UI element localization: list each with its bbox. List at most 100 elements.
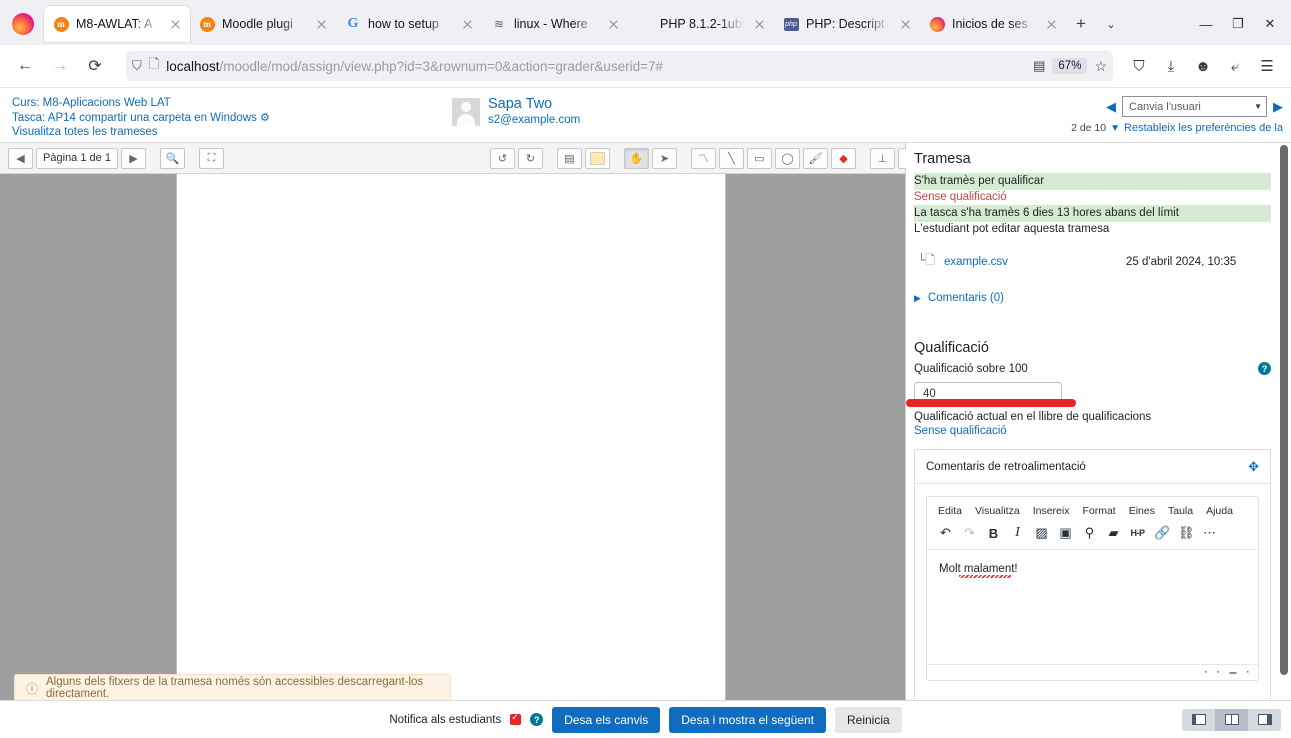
highlight-color-swatch[interactable] <box>585 148 610 169</box>
submission-status-time: La tasca s'ha tramès 6 dies 13 hores aba… <box>914 205 1271 222</box>
bold-icon[interactable]: B <box>986 526 1001 541</box>
view-all-submissions-link[interactable]: Visualitza totes les trameses <box>12 125 452 140</box>
save-changes-button[interactable]: Desa els canvis <box>552 707 660 733</box>
menu-taula[interactable]: Taula <box>1168 505 1193 517</box>
unlink-icon[interactable]: ⛓ <box>1178 525 1193 541</box>
browser-tab-6[interactable]: Inicios de ses <box>920 6 1066 42</box>
zoom-level-indicator[interactable]: 67% <box>1052 58 1087 74</box>
search-icon[interactable]: 🔍 <box>160 148 185 169</box>
notify-students-checkbox[interactable] <box>510 714 521 725</box>
task-link[interactable]: Tasca: AP14 compartir una carpeta en Win… <box>12 111 452 126</box>
download-info-alert: ⓘ Alguns dels fitxers de la tramesa nomé… <box>14 674 451 702</box>
ellipse-icon[interactable]: ◯ <box>775 148 800 169</box>
reset-button[interactable]: Reinicia <box>835 707 902 733</box>
more-icon[interactable]: ⋯ <box>1202 525 1217 541</box>
camera-icon[interactable]: ▰ <box>1106 525 1121 541</box>
account-icon[interactable]: ☻ <box>1188 51 1218 81</box>
submitted-file-link[interactable]: example.csv <box>944 256 1126 268</box>
menu-eines[interactable]: Eines <box>1129 505 1155 517</box>
scrollbar-thumb[interactable] <box>1280 145 1288 675</box>
new-tab-button[interactable]: + <box>1066 9 1096 39</box>
pocket-icon[interactable]: ⛉ <box>1124 51 1154 81</box>
next-user-button[interactable]: ▶ <box>1273 99 1283 115</box>
maximize-button[interactable]: ❐ <box>1223 10 1253 38</box>
italic-icon[interactable]: I <box>1010 525 1025 541</box>
pdf-prev-page-button[interactable]: ◀ <box>8 148 33 169</box>
comments-toggle[interactable]: ▶ Comentaris (0) <box>914 292 1271 304</box>
menu-ajuda[interactable]: Ajuda <box>1206 505 1233 517</box>
previous-user-button[interactable]: ◀ <box>1106 99 1116 115</box>
menu-icon[interactable]: ☰ <box>1252 51 1282 81</box>
share-icon[interactable]: ⤶ <box>1220 51 1250 81</box>
menu-insereix[interactable]: Insereix <box>1033 505 1070 517</box>
browser-tab-2[interactable]: G how to setup <box>336 6 482 42</box>
minimize-button[interactable]: — <box>1191 10 1221 38</box>
rotate-right-icon[interactable]: ↻ <box>518 148 543 169</box>
select-icon[interactable]: ➤ <box>652 148 677 169</box>
help-icon[interactable]: ? <box>530 713 543 726</box>
close-icon[interactable] <box>897 16 914 33</box>
url-bar[interactable]: ⛉ 🗋 localhost/moodle/mod/assign/view.php… <box>126 51 1113 81</box>
close-icon[interactable] <box>459 16 476 33</box>
current-grade-value[interactable]: Sense qualificació <box>914 425 1271 437</box>
reset-preferences-link[interactable]: Restableix les preferències de la <box>1124 122 1283 134</box>
gear-icon[interactable]: ⚙ <box>260 112 270 124</box>
editor-content-area[interactable]: Molt malament! <box>927 550 1258 664</box>
download-icon[interactable]: ⤓ <box>1156 51 1186 81</box>
menu-edita[interactable]: Edita <box>938 505 962 517</box>
student-name[interactable]: Sapa Two <box>488 96 580 113</box>
image-icon[interactable]: ▨ <box>1034 525 1049 541</box>
menu-visualitza[interactable]: Visualitza <box>975 505 1020 517</box>
undo-icon[interactable]: ↶ <box>938 525 953 541</box>
pdf-next-page-button[interactable]: ▶ <box>121 148 146 169</box>
expand-icon[interactable]: ⛶ <box>199 148 224 169</box>
window-close-button[interactable]: ✕ <box>1255 10 1285 38</box>
browser-tab-5[interactable]: php PHP: Descript <box>774 6 920 42</box>
filter-icon[interactable]: ▼ <box>1110 123 1120 134</box>
redo-icon[interactable]: ↷ <box>962 525 977 541</box>
close-icon[interactable] <box>1043 16 1060 33</box>
bookmark-star-icon[interactable]: ☆ <box>1094 58 1107 75</box>
shield-icon[interactable]: ⛉ <box>132 58 142 74</box>
chevron-down-icon[interactable]: ⌄ <box>1096 9 1126 39</box>
menu-format[interactable]: Format <box>1082 505 1115 517</box>
stamp-icon[interactable]: ⊥ <box>870 148 895 169</box>
info-icon: ⓘ <box>26 680 38 697</box>
highlighter-icon[interactable]: 🖌 <box>803 148 828 169</box>
color-drop-icon[interactable]: ◆ <box>831 148 856 169</box>
rectangle-icon[interactable]: ▭ <box>747 148 772 169</box>
pan-icon[interactable]: ✋ <box>624 148 649 169</box>
pdf-page[interactable] <box>176 174 726 738</box>
browser-tab-3[interactable]: ≋ linux - Where <box>482 6 628 42</box>
freehand-icon[interactable]: 〽 <box>691 148 716 169</box>
layout-both-button[interactable] <box>1215 709 1248 731</box>
h5p-icon[interactable]: H-P <box>1130 528 1145 538</box>
link-icon[interactable]: 🔗 <box>1154 525 1169 541</box>
microphone-icon[interactable]: ⚲ <box>1082 525 1097 541</box>
layout-right-button[interactable] <box>1248 709 1281 731</box>
expand-icon[interactable]: ✥ <box>1248 459 1259 475</box>
back-button[interactable]: ← <box>9 51 41 81</box>
save-and-next-button[interactable]: Desa i mostra el següent <box>669 707 826 733</box>
browser-tab-4[interactable]: PHP 8.1.2-1ubun <box>628 6 774 42</box>
reader-view-icon[interactable]: ▤ <box>1033 58 1045 74</box>
browser-tab-0[interactable]: m M8-AWLAT: A <box>44 6 190 42</box>
reload-button[interactable]: ⟳ <box>79 51 111 81</box>
close-icon[interactable] <box>605 16 622 33</box>
browser-tab-1[interactable]: m Moodle plugi <box>190 6 336 42</box>
help-icon[interactable]: ? <box>1258 362 1271 375</box>
sidebar-scrollbar[interactable] <box>1280 145 1288 734</box>
layout-left-button[interactable] <box>1182 709 1215 731</box>
page-info-icon[interactable]: 🗋 <box>149 55 159 77</box>
rotate-left-icon[interactable]: ↺ <box>490 148 515 169</box>
video-icon[interactable]: ▣ <box>1058 525 1073 541</box>
comment-icon[interactable]: ▤ <box>557 148 582 169</box>
course-link[interactable]: Curs: M8-Aplicacions Web LAT <box>12 96 452 111</box>
close-icon[interactable] <box>167 16 184 33</box>
forward-button[interactable]: → <box>44 51 76 81</box>
close-icon[interactable] <box>751 16 768 33</box>
change-user-select[interactable]: Canvia l'usuari ▼ <box>1122 96 1267 117</box>
close-icon[interactable] <box>313 16 330 33</box>
pdf-canvas-area[interactable]: ⓘ Alguns dels fitxers de la tramesa nomé… <box>0 174 905 738</box>
line-icon[interactable]: ╲ <box>719 148 744 169</box>
